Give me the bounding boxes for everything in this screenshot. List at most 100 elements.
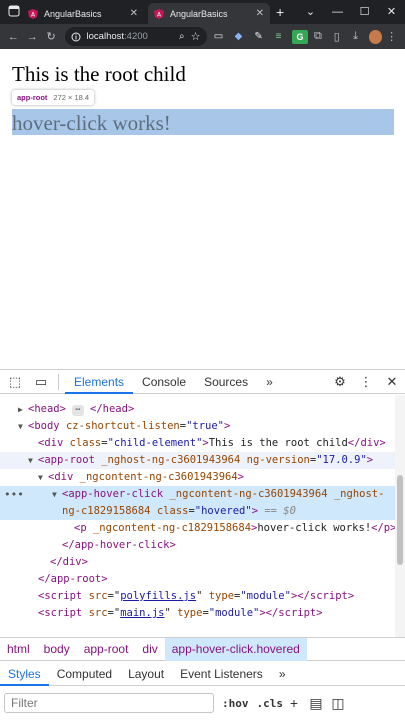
settings-gear-icon[interactable]: ⚙: [327, 374, 353, 390]
tab-search-icon[interactable]: ⌄: [297, 0, 324, 24]
attr-name: ng-c1829158684: [62, 505, 151, 517]
dom-line-child-div[interactable]: <div class="child-element">This is the r…: [38, 435, 405, 452]
dom-line-script-polyfills[interactable]: <script src="polyfills.js" type="module"…: [38, 588, 405, 605]
selected-node-ref: == $0: [264, 505, 296, 517]
chrome-menu-icon[interactable]: ⋮: [382, 30, 401, 43]
close-tab-icon[interactable]: ✕: [130, 8, 138, 19]
class-toggle[interactable]: .cls: [257, 697, 284, 710]
hover-click-text[interactable]: hover-click works!: [12, 111, 171, 136]
dom-line-close-app-root[interactable]: </app-root>: [38, 571, 405, 588]
dom-line-app-hover-click[interactable]: ▼ <app-hover-click _ngcontent-ng-c3601943…: [0, 486, 395, 503]
back-arrow-icon[interactable]: ←: [4, 31, 23, 43]
download-icon[interactable]: ⤓: [346, 30, 365, 43]
address-host: localhost: [86, 31, 125, 42]
tooltip-tag: app-root: [17, 93, 48, 102]
styles-filter-input[interactable]: [4, 693, 214, 713]
site-info-icon[interactable]: [71, 32, 81, 42]
script-src-link[interactable]: main.js: [120, 607, 164, 619]
text-node: hover-click works!: [257, 522, 372, 534]
breadcrumb-div[interactable]: div: [135, 638, 164, 661]
dom-line-close-div[interactable]: </div>: [50, 554, 405, 571]
tab-title: AngularBasics: [44, 8, 102, 19]
maximize-button[interactable]: ☐: [351, 0, 378, 24]
minimize-button[interactable]: —: [324, 0, 351, 24]
eyedropper-icon[interactable]: ✎: [249, 31, 269, 42]
dom-line-p[interactable]: <p _ngcontent-ng-c1829158684>hover-click…: [74, 520, 405, 537]
p-close-tag: </p>: [371, 522, 397, 534]
div-close-tag: </div>: [50, 556, 88, 568]
breadcrumb-html[interactable]: html: [0, 638, 37, 661]
forward-arrow-icon[interactable]: →: [23, 31, 42, 43]
collapse-triangle-icon[interactable]: ▼: [18, 418, 28, 435]
close-tab-icon[interactable]: ✕: [256, 8, 264, 19]
tab-console[interactable]: Console: [133, 370, 195, 394]
breadcrumb-app-hover-click[interactable]: app-hover-click.hovered: [164, 637, 307, 661]
browser-tab-1[interactable]: A AngularBasics ✕: [22, 3, 144, 24]
add-rule-icon[interactable]: +: [283, 695, 305, 711]
breadcrumb-body[interactable]: body: [37, 638, 77, 661]
inspect-element-icon[interactable]: ⬚: [4, 374, 26, 390]
toggle-print-icon[interactable]: ▤: [305, 695, 327, 712]
zoom-search-icon[interactable]: ⌕: [179, 31, 185, 42]
reload-icon[interactable]: ↻: [42, 30, 61, 43]
new-tab-button[interactable]: +: [276, 4, 284, 20]
body-tag: body: [34, 420, 60, 432]
attr-value: "17.0.9": [316, 454, 367, 466]
more-subtabs-button[interactable]: »: [271, 662, 294, 686]
dom-line-script-main[interactable]: <script src="main.js" type="module"></sc…: [38, 605, 405, 622]
script-src-link[interactable]: polyfills.js: [120, 590, 196, 602]
subtab-computed[interactable]: Computed: [49, 662, 120, 686]
dom-line-head[interactable]: ▶ <head> ⋯ </head>: [18, 401, 405, 418]
attr-name: _nghost-ng-c3601943964: [101, 454, 241, 466]
browser-tab-2[interactable]: A AngularBasics ✕: [148, 3, 270, 24]
div-tag: div: [54, 471, 74, 483]
head-open-tag: <head>: [28, 403, 66, 415]
devtools-actions: ⚙ ⋮ ✕: [327, 370, 405, 394]
tab-elements[interactable]: Elements: [65, 370, 134, 394]
close-window-button[interactable]: ✕: [378, 0, 405, 24]
profile-avatar[interactable]: [369, 29, 383, 44]
angular-favicon-icon: A: [154, 8, 164, 19]
address-bar[interactable]: localhost:4200 ⌕ ☆: [64, 27, 207, 46]
dom-line-close-app-hover[interactable]: </app-hover-click>: [62, 537, 405, 554]
collapsed-ellipsis[interactable]: ⋯: [72, 405, 84, 416]
close-devtools-icon[interactable]: ✕: [379, 374, 405, 390]
tab-sources[interactable]: Sources: [195, 370, 257, 394]
share-icon[interactable]: ▭: [209, 31, 229, 42]
collapse-triangle-icon[interactable]: ▼: [52, 486, 62, 503]
more-tabs-button[interactable]: »: [257, 370, 282, 394]
hover-state-toggle[interactable]: :hov: [222, 697, 249, 710]
subtab-layout[interactable]: Layout: [120, 662, 172, 686]
tab-title: AngularBasics: [170, 8, 228, 19]
browser-menu-icon[interactable]: [8, 5, 20, 17]
row-actions-icon[interactable]: •••: [4, 486, 24, 503]
subtab-event-listeners[interactable]: Event Listeners: [172, 662, 271, 686]
dom-line-app-hover-click-cont[interactable]: ng-c1829158684 class="hovered"> == $0: [0, 503, 395, 520]
bookmark-star-icon[interactable]: ☆: [191, 30, 201, 43]
breadcrumb-app-root[interactable]: app-root: [77, 638, 136, 661]
head-close-tag: </head>: [90, 403, 135, 415]
browser-toolbar: ← → ↻ localhost:4200 ⌕ ☆ ▭ ◆ ✎ ≡ G ⧉ ▯ ⤓…: [0, 24, 405, 49]
side-panel-icon[interactable]: ▯: [327, 30, 346, 43]
extension-icons: ▭ ◆ ✎ ≡: [209, 31, 289, 42]
dom-line-body[interactable]: ▼ <body cz-shortcut-listen="true">: [18, 418, 405, 435]
collapse-triangle-icon[interactable]: ▼: [38, 469, 48, 486]
extensions-puzzle-icon[interactable]: ⧉: [308, 30, 327, 43]
dom-line-content-div[interactable]: ▼ <div _ngcontent-ng-c3601943964>: [38, 469, 405, 486]
attr-name: _ngcontent-ng-c3601943964: [79, 471, 238, 483]
expand-triangle-icon[interactable]: ▶: [18, 401, 28, 418]
root-child-text: This is the root child: [12, 62, 186, 86]
more-options-icon[interactable]: ⋮: [353, 374, 379, 390]
subtab-styles[interactable]: Styles: [0, 662, 49, 686]
dom-scrollbar-thumb[interactable]: [397, 475, 403, 565]
extension-bars-icon[interactable]: ≡: [269, 31, 289, 42]
computed-sidebar-icon[interactable]: ◫: [327, 695, 349, 712]
device-toolbar-icon[interactable]: ▭: [30, 374, 52, 390]
attr-name: _nghost-: [333, 488, 385, 500]
dom-line-app-root[interactable]: ▼ <app-root _nghost-ng-c3601943964 ng-ver…: [0, 452, 395, 469]
script-tag: script: [44, 590, 83, 602]
extension-g-icon[interactable]: G: [291, 29, 309, 44]
extension-drive-icon[interactable]: ◆: [229, 31, 249, 42]
address-port: :4200: [124, 31, 148, 42]
collapse-triangle-icon[interactable]: ▼: [28, 452, 38, 469]
